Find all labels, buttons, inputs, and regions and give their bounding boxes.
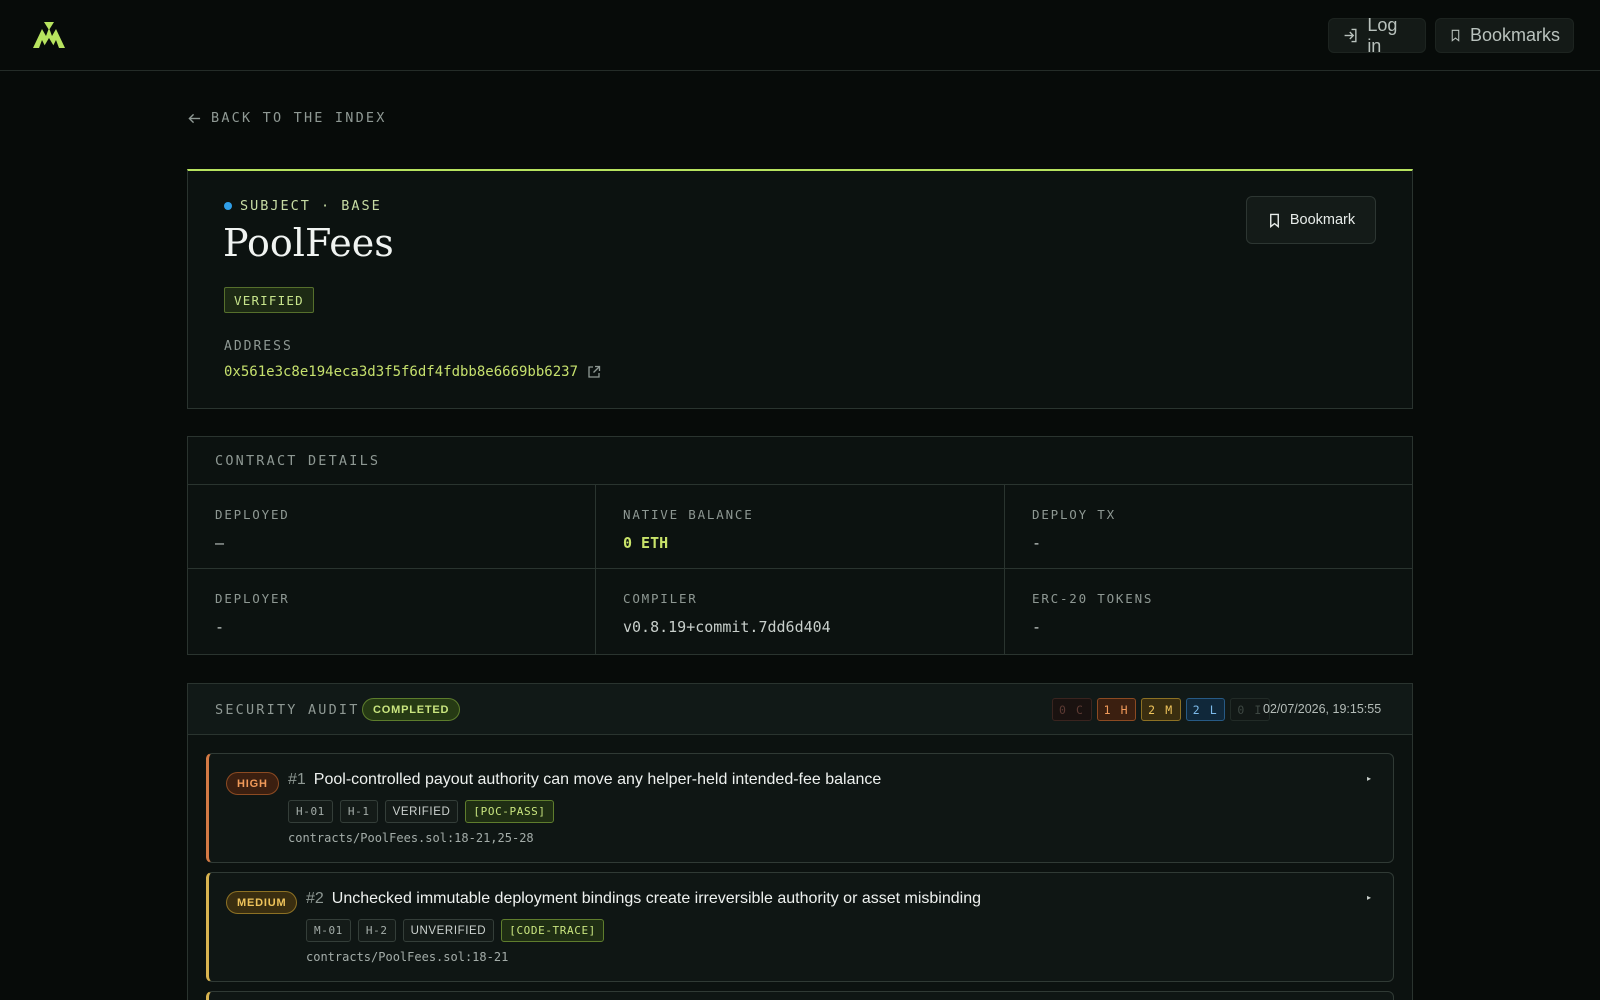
chain-dot-icon <box>224 202 232 210</box>
finding-card[interactable]: HIGH #1 Pool-controlled payout authority… <box>206 753 1394 863</box>
expand-toggle-icon[interactable]: ▸ <box>1367 774 1377 784</box>
finding-number: #2 <box>306 890 324 907</box>
finding-tag: H-2 <box>357 919 396 942</box>
detail-label: NATIVE BALANCE <box>623 507 754 522</box>
back-to-index-link[interactable]: BACK TO THE INDEX <box>188 110 387 126</box>
bookmark-label: Bookmark <box>1289 212 1356 228</box>
top-bar: Log in Bookmarks <box>0 0 1600 71</box>
medium-count: 2 M <box>1141 698 1181 721</box>
subject-kind: SUBJECT · BASE <box>224 198 382 214</box>
finding-card[interactable]: MEDIUM #2 Unchecked immutable deployment… <box>206 872 1394 982</box>
finding-tag: H-1 <box>339 800 378 823</box>
audit-title: SECURITY AUDIT <box>215 702 360 718</box>
finding-title: #2 Unchecked immutable deployment bindin… <box>306 890 981 908</box>
detail-label: COMPILER <box>623 591 698 606</box>
mountain-logo-icon[interactable] <box>31 20 67 50</box>
security-audit-panel: SECURITY AUDIT COMPLETED 0 C 1 H 2 M 2 L… <box>187 683 1413 1000</box>
detail-value: - <box>1032 618 1042 636</box>
detail-value: - <box>1032 534 1042 552</box>
bookmarks-label: Bookmarks <box>1469 25 1560 45</box>
severity-counts: 0 C 1 H 2 M 2 L 0 I <box>1052 698 1270 721</box>
address-label: ADDRESS <box>224 339 293 354</box>
audit-status-badge: COMPLETED <box>362 698 461 721</box>
detail-label: DEPLOYER <box>215 591 290 606</box>
evidence-tag: [POC-PASS] <box>465 800 554 823</box>
high-count: 1 H <box>1096 698 1137 721</box>
verified-badge: VERIFIED <box>224 287 314 313</box>
contract-details-header: CONTRACT DETAILS <box>188 437 1412 485</box>
detail-compiler: COMPILER v0.8.19+commit.7dd6d404 <box>596 569 1005 654</box>
bookmark-button[interactable]: Bookmark <box>1246 196 1376 244</box>
detail-label: ERC-20 TOKENS <box>1032 591 1154 606</box>
bookmark-icon <box>1269 213 1279 228</box>
finding-title-text: Pool-controlled payout authority can mov… <box>313 771 882 788</box>
expand-toggle-icon[interactable]: ▸ <box>1367 893 1377 903</box>
finding-path: contracts/PoolFees.sol:18-21 <box>306 950 509 964</box>
detail-deployer: DEPLOYER - <box>188 569 596 654</box>
finding-title-text: Unchecked immutable deployment bindings … <box>331 890 982 907</box>
evidence-tag: [CODE-TRACE] <box>501 919 604 942</box>
address-row: 0x561e3c8e194eca3d3f5f6df4fdbb8e6669bb62… <box>224 364 601 380</box>
detail-value: - <box>215 618 225 636</box>
finding-tags: M-01 H-2 UNVERIFIED [CODE-TRACE] <box>306 919 604 942</box>
arrow-left-icon <box>188 113 201 123</box>
detail-value: v0.8.19+commit.7dd6d404 <box>623 618 831 636</box>
bookmark-icon <box>1451 29 1460 42</box>
audit-header: SECURITY AUDIT COMPLETED 0 C 1 H 2 M 2 L… <box>188 684 1412 735</box>
audit-timestamp: 02/07/2026, 19:15:55 <box>1263 702 1382 716</box>
finding-number: #1 <box>288 771 306 788</box>
page-title: PoolFees <box>223 221 394 265</box>
detail-deploy-tx: DEPLOY TX - <box>1005 485 1412 569</box>
detail-label: DEPLOYED <box>215 507 290 522</box>
severity-badge: MEDIUM <box>226 891 298 914</box>
subject-card: SUBJECT · BASE PoolFees VERIFIED ADDRESS… <box>187 169 1413 409</box>
subject-kind-label: SUBJECT · BASE <box>240 198 382 214</box>
detail-value: 0 ETH <box>623 534 669 552</box>
critical-count: 0 C <box>1052 698 1092 721</box>
verification-tag: UNVERIFIED <box>402 919 495 942</box>
login-button[interactable]: Log in <box>1328 15 1426 56</box>
detail-deployed: DEPLOYED — <box>188 485 596 569</box>
low-count: 2 L <box>1185 698 1226 721</box>
detail-erc20-tokens: ERC-20 TOKENS - <box>1005 569 1412 654</box>
finding-card-partial[interactable] <box>206 991 1394 1000</box>
login-label: Log in <box>1367 14 1398 56</box>
bookmarks-button[interactable]: Bookmarks <box>1435 18 1574 53</box>
finding-tag: M-01 <box>306 919 351 942</box>
verification-tag: VERIFIED <box>384 800 459 823</box>
finding-title: #1 Pool-controlled payout authority can … <box>288 771 881 789</box>
finding-path: contracts/PoolFees.sol:18-21,25-28 <box>288 831 534 845</box>
contract-details-panel: CONTRACT DETAILS DEPLOYED — NATIVE BALAN… <box>187 436 1413 655</box>
back-link-label: BACK TO THE INDEX <box>211 110 387 126</box>
finding-tags: H-01 H-1 VERIFIED [POC-PASS] <box>288 800 554 823</box>
finding-tag: H-01 <box>288 800 333 823</box>
detail-label: DEPLOY TX <box>1032 507 1116 522</box>
detail-value: — <box>215 534 225 552</box>
detail-native-balance: NATIVE BALANCE 0 ETH <box>596 485 1005 569</box>
contract-address-link[interactable]: 0x561e3c8e194eca3d3f5f6df4fdbb8e6669bb62… <box>224 364 578 380</box>
severity-badge: HIGH <box>226 772 279 795</box>
external-link-icon[interactable] <box>587 365 601 379</box>
login-icon <box>1344 28 1357 43</box>
